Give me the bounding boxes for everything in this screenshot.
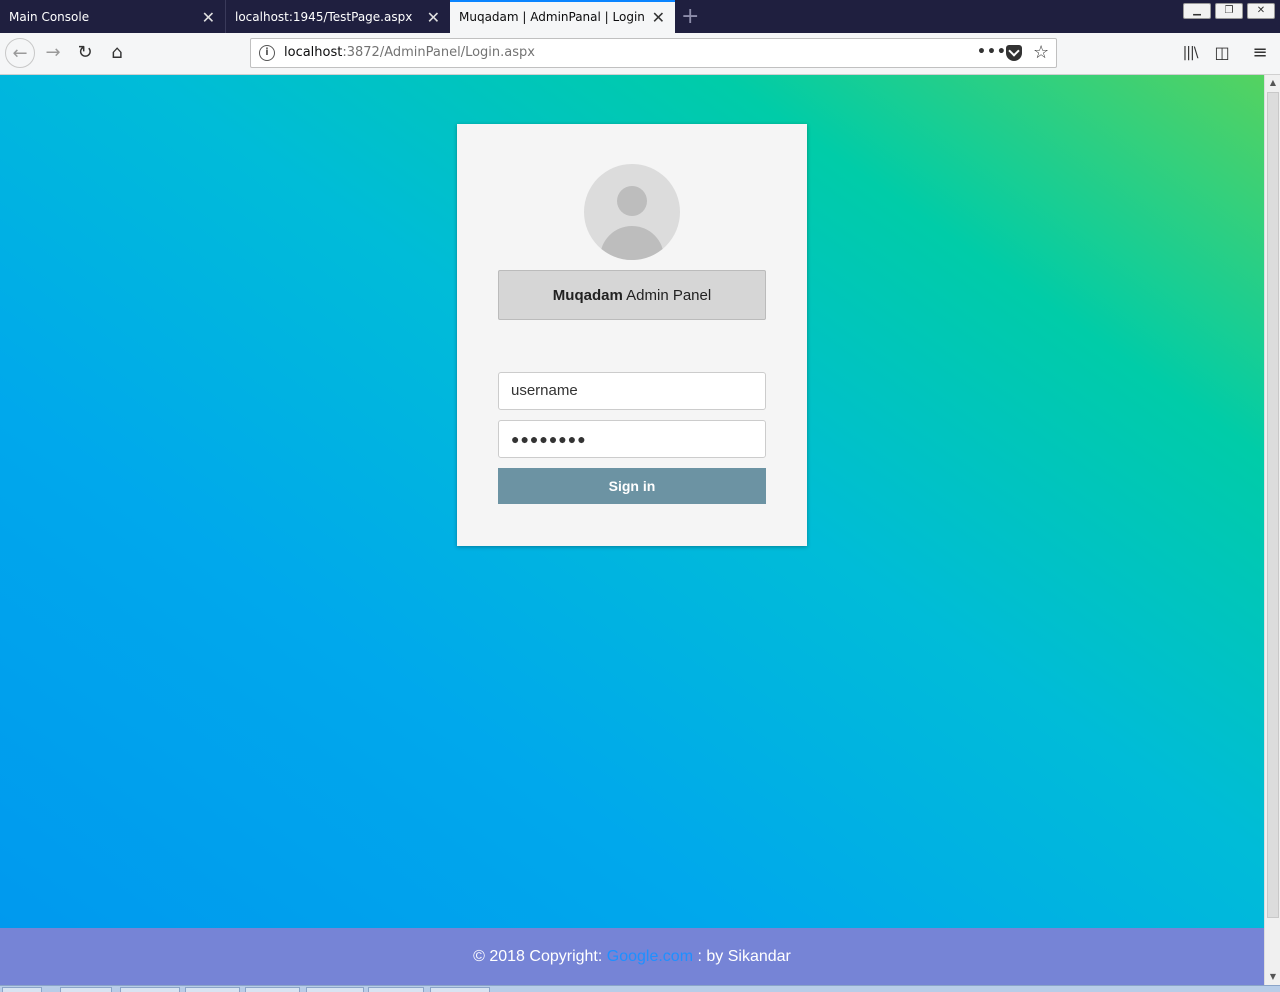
taskbar-item[interactable]: [368, 987, 424, 992]
username-placeholder: username: [511, 382, 578, 399]
scroll-down-icon[interactable]: ▼: [1265, 969, 1280, 985]
page-actions-icon[interactable]: •••: [977, 39, 1007, 65]
panel-title-brand: Muqadam: [552, 287, 623, 304]
password-mask: ●●●●●●●●: [511, 431, 587, 447]
tab-main-console[interactable]: Main Console ✕: [0, 0, 225, 33]
password-field[interactable]: ●●●●●●●●: [498, 420, 766, 458]
new-tab-icon[interactable]: +: [681, 0, 699, 33]
taskbar-item[interactable]: [185, 987, 240, 992]
os-taskbar: [0, 985, 1280, 992]
restore-icon[interactable]: ❐: [1215, 3, 1243, 19]
start-button[interactable]: [2, 987, 42, 992]
window-close-icon[interactable]: ✕: [1247, 3, 1275, 19]
taskbar-item[interactable]: [245, 987, 300, 992]
panel-title: Muqadam Admin Panel: [498, 270, 766, 320]
url-path: :3872/AdminPanel/Login.aspx: [342, 45, 535, 60]
minimize-icon[interactable]: ▁: [1183, 3, 1211, 19]
taskbar-item[interactable]: [430, 987, 490, 992]
bookmark-star-icon[interactable]: ☆: [1033, 39, 1049, 67]
close-icon[interactable]: ✕: [652, 2, 665, 33]
reload-icon[interactable]: ↻: [70, 38, 100, 68]
url-text[interactable]: localhost:3872/AdminPanel/Login.aspx: [284, 39, 535, 67]
footer-link[interactable]: Google.com: [607, 948, 693, 965]
pocket-icon[interactable]: [1006, 45, 1022, 61]
taskbar-item[interactable]: [60, 987, 112, 992]
taskbar-item[interactable]: [306, 987, 364, 992]
scroll-up-icon[interactable]: ▲: [1265, 75, 1280, 91]
panel-title-rest: Admin Panel: [622, 287, 712, 304]
home-icon[interactable]: ⌂: [102, 38, 132, 68]
scroll-thumb[interactable]: [1267, 92, 1279, 918]
info-icon[interactable]: i: [259, 45, 275, 61]
footer-copyright: © 2018 Copyright:: [473, 948, 607, 965]
sidebar-icon[interactable]: ◫: [1208, 38, 1236, 68]
library-icon[interactable]: |||\: [1176, 38, 1204, 68]
tab-login-active[interactable]: Muqadam | AdminPanal | Login ✕: [450, 0, 675, 33]
url-bar[interactable]: i localhost:3872/AdminPanel/Login.aspx •…: [250, 38, 1057, 68]
tab-label: Main Console: [9, 10, 90, 24]
url-host: localhost: [284, 45, 343, 60]
avatar-body: [600, 226, 664, 260]
page-footer: © 2018 Copyright: Google.com : by Sikand…: [0, 928, 1264, 985]
tab-strip: Main Console ✕ localhost:1945/TestPage.a…: [0, 0, 1280, 33]
taskbar-item[interactable]: [120, 987, 180, 992]
username-field[interactable]: username: [498, 372, 766, 410]
forward-arrow-icon[interactable]: →: [38, 38, 68, 68]
avatar-head: [617, 186, 647, 216]
page-viewport: Muqadam Admin Panel username ●●●●●●●● Si…: [0, 75, 1264, 928]
tab-testpage[interactable]: localhost:1945/TestPage.aspx ✕: [225, 0, 450, 33]
close-icon[interactable]: ✕: [202, 0, 215, 35]
tab-label: Muqadam | AdminPanal | Login: [459, 10, 645, 24]
tab-label: localhost:1945/TestPage.aspx: [235, 10, 413, 24]
sign-in-button[interactable]: Sign in: [498, 468, 766, 504]
hamburger-menu-icon[interactable]: ≡: [1246, 38, 1274, 68]
back-arrow-icon[interactable]: ←: [5, 38, 35, 68]
navigation-bar: ← → ↻ ⌂ i localhost:3872/AdminPanel/Logi…: [0, 33, 1280, 75]
avatar-icon: [584, 164, 680, 260]
login-card: Muqadam Admin Panel username ●●●●●●●● Si…: [457, 124, 807, 546]
close-icon[interactable]: ✕: [427, 0, 440, 35]
footer-author: : by Sikandar: [693, 948, 791, 965]
vertical-scrollbar[interactable]: ▲ ▼: [1264, 75, 1280, 985]
